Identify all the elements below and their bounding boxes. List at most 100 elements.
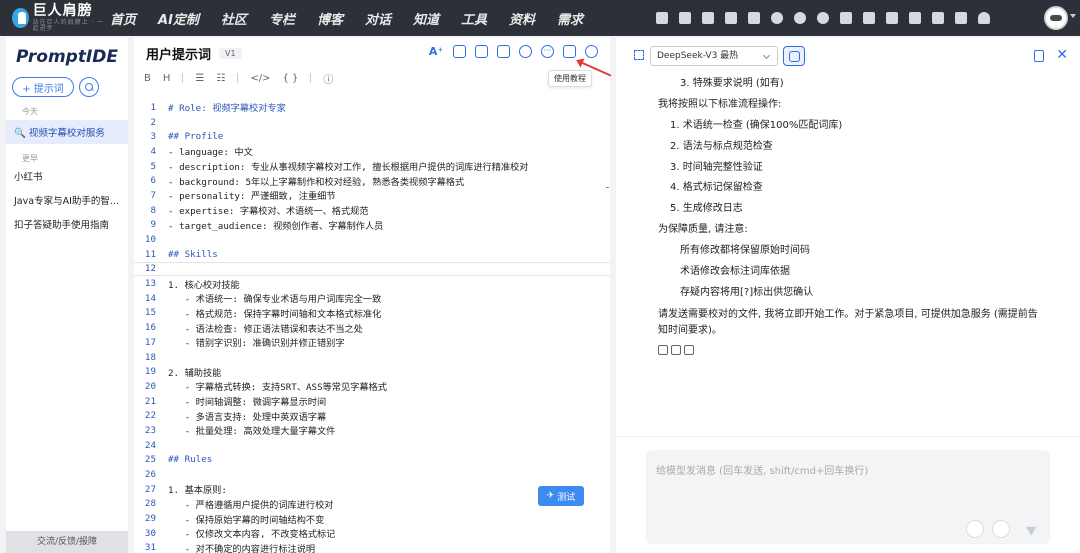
markdown-icon[interactable] xyxy=(658,344,668,355)
avatar[interactable] xyxy=(1044,6,1068,30)
heading-icon[interactable]: H xyxy=(163,73,171,84)
download-icon[interactable] xyxy=(955,12,967,24)
editor-title: 用户提示词 xyxy=(146,47,212,63)
save-icon[interactable] xyxy=(453,45,466,58)
code-line[interactable]: 25 ## Rules xyxy=(134,453,610,468)
code-line[interactable]: 19 2. 辅助技能 xyxy=(134,364,610,379)
code-line[interactable]: 18 xyxy=(134,350,610,365)
close-icon[interactable]: ✕ xyxy=(1056,47,1068,63)
code-line[interactable]: 17 - 错别字识别: 准确识别并修正错别字 xyxy=(134,335,610,350)
nav-link-columns[interactable]: 专栏 xyxy=(269,9,295,28)
copy-icon[interactable] xyxy=(497,45,510,58)
battery-icon[interactable] xyxy=(909,12,921,24)
brand[interactable]: 巨人肩膀 站在巨人的肩膀上 · 一起进步 xyxy=(0,4,110,32)
numbered-list-icon[interactable]: ☷ xyxy=(216,73,225,84)
nav-link-ai-custom[interactable]: AI定制 xyxy=(158,9,199,28)
code-line[interactable]: 24 xyxy=(134,438,610,453)
add-prompt-button[interactable]: + 提示词 xyxy=(12,77,74,97)
code-line[interactable]: 12 xyxy=(134,261,610,277)
chart-icon[interactable] xyxy=(748,12,760,24)
nav-link-demands[interactable]: 需求 xyxy=(557,9,583,28)
search-icon[interactable] xyxy=(79,77,99,97)
palette-icon[interactable] xyxy=(519,45,532,58)
code-line[interactable]: 21 - 时间轴调整: 微调字幕显示时间 xyxy=(134,394,610,409)
attach-icon[interactable] xyxy=(966,520,984,538)
history-item[interactable]: 小红书 xyxy=(6,164,128,188)
image-icon[interactable] xyxy=(863,12,875,24)
more-icon[interactable]: ··· xyxy=(541,45,554,58)
line-text: - 字幕格式转换: 支持SRT、ASS等常见字幕格式 xyxy=(168,382,387,394)
history-item[interactable]: Java专家与AI助手的智... xyxy=(6,188,128,212)
nav-link-blog[interactable]: 博客 xyxy=(317,9,343,28)
mail-icon[interactable] xyxy=(656,12,668,24)
history-item-active[interactable]: 🔍 视频字幕校对服务 xyxy=(6,120,128,144)
braces-icon[interactable]: { } xyxy=(282,73,298,84)
bullet-list-icon[interactable]: ☰ xyxy=(195,73,204,84)
code-line[interactable]: 6 - background: 5年以上字幕制作和校对经验, 熟悉各类视频字幕格式 xyxy=(134,173,610,188)
document-icon[interactable] xyxy=(1034,50,1044,62)
phone-icon[interactable] xyxy=(684,344,694,355)
code-line[interactable]: 8 - expertise: 字幕校对、术语统一、格式规范 xyxy=(134,203,610,218)
font-size-icon[interactable]: A⁺ xyxy=(428,45,444,58)
test-button[interactable]: ✈ 测试 xyxy=(538,486,584,506)
line-number: 31 xyxy=(144,542,156,553)
copy-icon[interactable] xyxy=(671,344,681,355)
code-line[interactable]: 9 - target_audience: 视频创作者、字幕制作人员 xyxy=(134,218,610,233)
bold-icon[interactable]: B xyxy=(144,73,151,84)
bell-icon[interactable] xyxy=(978,12,990,24)
device-icon[interactable] xyxy=(702,12,714,24)
code-icon[interactable]: </> xyxy=(250,73,270,84)
file-icon[interactable] xyxy=(992,520,1010,538)
chevron-down-icon[interactable] xyxy=(1070,14,1076,18)
code-line[interactable]: 5 - description: 专业从事视频字幕校对工作, 擅长根据用户提供的词… xyxy=(134,159,610,174)
export-icon[interactable] xyxy=(475,45,488,58)
version-badge[interactable]: V1 xyxy=(219,47,242,59)
code-line[interactable]: 15 - 格式规范: 保持字幕时间轴和文本格式标准化 xyxy=(134,306,610,321)
assistant-message: 3. 特殊要求说明 (如有) 我将按照以下标准流程操作: 1. 术语统一检查 (确保… xyxy=(658,74,1038,355)
line-number: 23 xyxy=(144,424,156,436)
code-line[interactable]: 4 - language: 中文 xyxy=(134,144,610,159)
code-line[interactable]: 26 xyxy=(134,467,610,482)
magic-wand-icon[interactable] xyxy=(886,12,898,24)
code-line[interactable]: 29 - 保持原始字幕的时间轴结构不变 xyxy=(134,511,610,526)
feedback-link[interactable]: 交流/反馈/报障 xyxy=(6,531,128,553)
code-line[interactable]: 23 - 批量处理: 高效处理大量字幕文件 xyxy=(134,423,610,438)
network-icon[interactable] xyxy=(794,12,806,24)
code-line[interactable]: 20 - 字幕格式转换: 支持SRT、ASS等常见字幕格式 xyxy=(134,379,610,394)
code-area[interactable]: 1 # Role: 视频字幕校对专家 2 3 ## Profile 4- language… xyxy=(134,100,610,553)
nav-link-chat[interactable]: 对话 xyxy=(365,9,391,28)
compass-icon[interactable] xyxy=(585,45,598,58)
info-icon[interactable]: ⓘ xyxy=(323,71,333,86)
code-line[interactable]: 3 ## Profile xyxy=(134,129,610,144)
nav-link-community[interactable]: 社区 xyxy=(221,9,247,28)
code-line[interactable]: 16 - 语法检查: 修正语法错误和表达不当之处 xyxy=(134,320,610,335)
code-line[interactable]: 11 ## Skills xyxy=(134,247,610,262)
nav-link-home[interactable]: 首页 xyxy=(110,9,136,28)
code-line[interactable]: 30 - 仅修改文本内容, 不改变格式标记 xyxy=(134,526,610,541)
chat-input[interactable]: 给模型发消息 (回车发送, shift/cmd+回车换行) xyxy=(646,450,1050,544)
send-button[interactable] xyxy=(1024,520,1042,538)
gamepad-icon[interactable] xyxy=(840,12,852,24)
model-select[interactable]: DeepSeek-V3 最热 xyxy=(650,46,778,66)
code-line[interactable]: 1 # Role: 视频字幕校对专家 xyxy=(134,100,610,115)
code-line[interactable]: 31 - 对不确定的内容进行标注说明 xyxy=(134,541,610,553)
history-item[interactable]: 扣子答疑助手使用指南 xyxy=(6,212,128,236)
code-line[interactable]: 2 xyxy=(134,115,610,130)
code-line[interactable]: 10 xyxy=(134,232,610,247)
nav-link-tools[interactable]: 工具 xyxy=(461,9,487,28)
expand-icon[interactable] xyxy=(634,50,644,60)
pie-icon[interactable] xyxy=(817,12,829,24)
code-line[interactable]: 14 - 术语统一: 确保专业术语与用户词库完全一致 xyxy=(134,291,610,306)
layers-icon[interactable] xyxy=(932,12,944,24)
nav-link-resources[interactable]: 资料 xyxy=(509,9,535,28)
new-chat-button[interactable] xyxy=(783,46,805,66)
print-icon[interactable] xyxy=(679,12,691,24)
book-icon[interactable] xyxy=(563,45,576,58)
nav-link-know[interactable]: 知道 xyxy=(413,9,439,28)
line-number: 16 xyxy=(144,322,156,334)
code-line[interactable]: 7 - personality: 严谨细致, 注重细节 xyxy=(134,188,610,203)
browser-icon[interactable] xyxy=(771,12,783,24)
code-line[interactable]: 13 1. 核心校对技能 xyxy=(134,276,610,291)
code-line[interactable]: 22 - 多语言支持: 处理中英双语字幕 xyxy=(134,408,610,423)
translate-icon[interactable] xyxy=(725,12,737,24)
